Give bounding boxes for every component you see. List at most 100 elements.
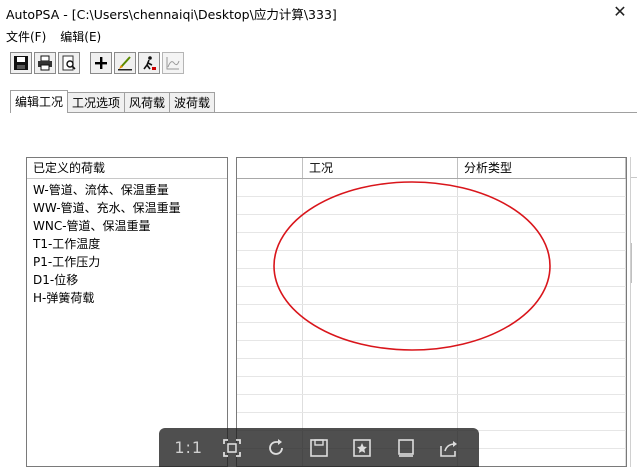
tab-wave-load[interactable]: 波荷载 xyxy=(169,92,216,112)
save-button[interactable] xyxy=(10,52,32,74)
print-preview-button[interactable] xyxy=(58,52,80,74)
table-cell[interactable] xyxy=(237,251,303,268)
print-button[interactable] xyxy=(34,52,56,74)
table-cell[interactable] xyxy=(458,359,626,376)
table-cell[interactable] xyxy=(458,395,626,412)
share-button[interactable] xyxy=(434,434,464,462)
menu-edit[interactable]: 编辑(E) xyxy=(60,28,101,45)
table-row[interactable] xyxy=(237,323,626,341)
table-cell[interactable] xyxy=(303,179,458,196)
save-icon xyxy=(310,438,328,457)
actual-size-button[interactable]: 1:1 xyxy=(174,434,204,462)
table-cell[interactable] xyxy=(303,305,458,322)
table-row[interactable] xyxy=(237,197,626,215)
table-cell[interactable] xyxy=(303,287,458,304)
favorite-icon xyxy=(353,438,372,457)
tab-case-options[interactable]: 工况选项 xyxy=(67,92,126,112)
table-row[interactable] xyxy=(237,269,626,287)
list-item[interactable]: P1-工作压力 xyxy=(27,253,227,271)
table-cell[interactable] xyxy=(303,341,458,358)
column-header-case[interactable]: 工况 xyxy=(303,158,458,178)
table-cell[interactable] xyxy=(458,197,626,214)
table-row[interactable] xyxy=(237,341,626,359)
grid-header: 工况 分析类型 xyxy=(237,158,626,179)
favorite-button[interactable] xyxy=(347,434,377,462)
window-button[interactable] xyxy=(391,434,421,462)
table-cell[interactable] xyxy=(237,395,303,412)
table-cell[interactable] xyxy=(303,377,458,394)
chart-button[interactable] xyxy=(162,52,184,74)
table-cell[interactable] xyxy=(458,323,626,340)
list-item[interactable]: WNC-管道、保温重量 xyxy=(27,217,227,235)
column-header-index[interactable] xyxy=(237,158,303,178)
fit-screen-button[interactable] xyxy=(217,434,247,462)
load-cases-grid[interactable]: 工况 分析类型 xyxy=(236,157,627,467)
list-item[interactable]: T1-工作温度 xyxy=(27,235,227,253)
table-row[interactable] xyxy=(237,395,626,413)
table-cell[interactable] xyxy=(237,233,303,250)
tab-edit-cases[interactable]: 编辑工况 xyxy=(10,90,69,113)
table-cell[interactable] xyxy=(237,215,303,232)
menu-file[interactable]: 文件(F) xyxy=(6,28,46,45)
table-cell[interactable] xyxy=(237,287,303,304)
table-cell[interactable] xyxy=(237,323,303,340)
table-cell[interactable] xyxy=(458,179,626,196)
save-image-button[interactable] xyxy=(304,434,334,462)
list-item[interactable]: H-弹簧荷载 xyxy=(27,289,227,307)
tab-wind-load[interactable]: 风荷载 xyxy=(124,92,171,112)
table-cell[interactable] xyxy=(303,359,458,376)
toolbar xyxy=(10,52,184,78)
table-cell[interactable] xyxy=(458,305,626,322)
table-cell[interactable] xyxy=(237,305,303,322)
menu-bar: 文件(F) 编辑(E) xyxy=(0,27,637,45)
table-row[interactable] xyxy=(237,215,626,233)
table-cell[interactable] xyxy=(458,215,626,232)
table-cell[interactable] xyxy=(237,341,303,358)
save-icon xyxy=(14,56,28,70)
table-cell[interactable] xyxy=(458,431,626,448)
table-cell[interactable] xyxy=(303,395,458,412)
add-button[interactable] xyxy=(90,52,112,74)
table-row[interactable] xyxy=(237,377,626,395)
table-row[interactable] xyxy=(237,287,626,305)
close-icon[interactable]: ✕ xyxy=(611,3,629,21)
table-cell[interactable] xyxy=(303,233,458,250)
list-item[interactable]: W-管道、流体、保温重量 xyxy=(27,181,227,199)
table-cell[interactable] xyxy=(237,377,303,394)
edit-load-icon xyxy=(118,56,132,71)
column-header-analysis-type[interactable]: 分析类型 xyxy=(458,158,626,178)
table-cell[interactable] xyxy=(303,215,458,232)
table-cell[interactable] xyxy=(458,377,626,394)
run-analysis-icon xyxy=(143,56,156,70)
add-icon xyxy=(95,57,107,69)
table-row[interactable] xyxy=(237,233,626,251)
table-cell[interactable] xyxy=(237,359,303,376)
table-cell[interactable] xyxy=(303,269,458,286)
rotate-button[interactable] xyxy=(261,434,291,462)
table-cell[interactable] xyxy=(458,413,626,430)
table-row[interactable] xyxy=(237,251,626,269)
table-cell[interactable] xyxy=(237,197,303,214)
tab-strip: 编辑工况 工况选项 风荷载 波荷载 xyxy=(10,90,216,113)
table-row[interactable] xyxy=(237,305,626,323)
table-cell[interactable] xyxy=(458,341,626,358)
table-row[interactable] xyxy=(237,179,626,197)
list-item[interactable]: D1-位移 xyxy=(27,271,227,289)
edit-load-button[interactable] xyxy=(114,52,136,74)
run-analysis-button[interactable] xyxy=(138,52,160,74)
table-cell[interactable] xyxy=(458,233,626,250)
table-cell[interactable] xyxy=(303,323,458,340)
table-cell[interactable] xyxy=(458,449,626,466)
grid-body xyxy=(237,179,626,466)
table-cell[interactable] xyxy=(237,179,303,196)
list-item[interactable]: WW-管道、充水、保温重量 xyxy=(27,199,227,217)
table-cell[interactable] xyxy=(458,251,626,268)
defined-loads-list: 已定义的荷载 W-管道、流体、保温重量 WW-管道、充水、保温重量 WNC-管道… xyxy=(26,157,228,467)
table-row[interactable] xyxy=(237,359,626,377)
table-cell[interactable] xyxy=(237,269,303,286)
table-cell[interactable] xyxy=(303,197,458,214)
table-cell[interactable] xyxy=(458,269,626,286)
image-viewer-toolbar: 1:1 xyxy=(159,428,479,467)
table-cell[interactable] xyxy=(458,287,626,304)
table-cell[interactable] xyxy=(303,251,458,268)
